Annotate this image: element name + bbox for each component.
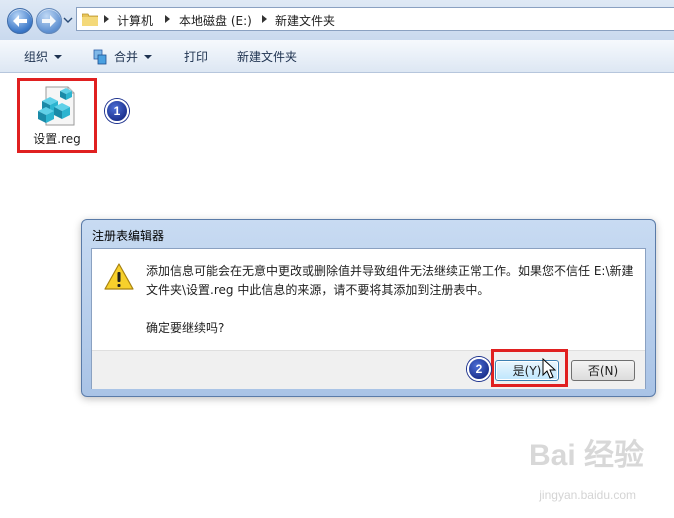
breadcrumb-arrow-icon[interactable] bbox=[103, 14, 111, 24]
breadcrumb-arrow-icon[interactable] bbox=[261, 14, 269, 24]
new-folder-button[interactable]: 新建文件夹 bbox=[237, 48, 297, 65]
warning-icon bbox=[104, 263, 134, 290]
step-1-badge: 1 bbox=[105, 99, 129, 123]
forward-arrow-icon bbox=[42, 15, 56, 27]
new-folder-label: 新建文件夹 bbox=[237, 50, 298, 64]
organize-button[interactable]: 组织 bbox=[24, 48, 63, 65]
dialog-message: 添加信息可能会在无意中更改或删除值并导致组件无法继续正常工作。如果您不信任 E:… bbox=[146, 264, 634, 297]
baidu-jingyan-watermark: Bai 经验 bbox=[528, 439, 644, 472]
print-button[interactable]: 打印 bbox=[184, 48, 208, 65]
dialog-title: 注册表编辑器 bbox=[92, 229, 165, 243]
watermark-url: jingyan.baidu.com bbox=[539, 488, 636, 502]
registry-editor-dialog: 注册表编辑器 添加信息可能会在无意中更改或删除值并导致组件无法继续正常工作。如果… bbox=[81, 219, 656, 397]
yes-button-highlight bbox=[491, 349, 568, 387]
dropdown-caret-icon bbox=[54, 54, 63, 59]
command-bar: 组织 合并 打印 新建文件夹 bbox=[0, 40, 674, 73]
dialog-confirm-question: 确定要继续吗? bbox=[146, 321, 225, 335]
step-2-badge: 2 bbox=[467, 357, 491, 381]
dropdown-caret-icon bbox=[144, 54, 153, 59]
folder-icon bbox=[82, 13, 98, 26]
breadcrumb-new-folder[interactable]: 新建文件夹 bbox=[275, 12, 335, 29]
forward-button[interactable] bbox=[36, 8, 62, 34]
merge-icon bbox=[93, 49, 107, 64]
breadcrumb-computer[interactable]: 计算机 bbox=[117, 12, 153, 29]
back-arrow-icon bbox=[13, 15, 27, 27]
address-box[interactable]: 计算机 本地磁盘 (E:) 新建文件夹 bbox=[76, 7, 674, 31]
mouse-cursor-icon bbox=[542, 358, 556, 379]
file-item-settings-reg[interactable]: 设置.reg bbox=[17, 78, 97, 153]
breadcrumb-local-disk[interactable]: 本地磁盘 (E:) bbox=[179, 12, 252, 29]
recent-pages-chevron-icon[interactable] bbox=[63, 15, 73, 25]
organize-label: 组织 bbox=[24, 50, 49, 64]
registry-file-icon bbox=[38, 86, 75, 126]
print-label: 打印 bbox=[184, 50, 209, 64]
breadcrumb-arrow-icon[interactable] bbox=[164, 14, 172, 24]
address-bar: 计算机 本地磁盘 (E:) 新建文件夹 bbox=[0, 0, 674, 40]
back-button[interactable] bbox=[7, 8, 33, 34]
file-name-label: 设置.reg bbox=[33, 132, 81, 146]
merge-button[interactable]: 合并 bbox=[92, 48, 153, 65]
merge-label: 合并 bbox=[114, 50, 139, 64]
no-button[interactable]: 否(N) bbox=[571, 360, 635, 381]
